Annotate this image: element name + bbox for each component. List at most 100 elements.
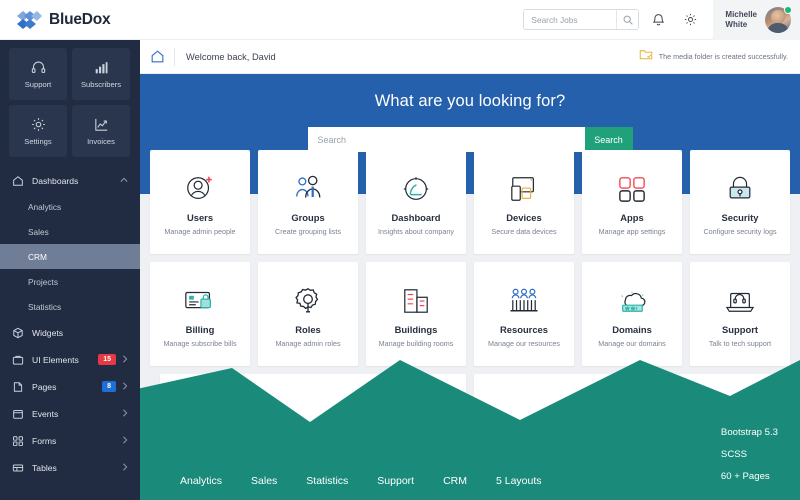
sidebar-item-label: Events bbox=[32, 409, 122, 419]
sidebar-item-label: UI Elements bbox=[32, 355, 98, 365]
card-billing[interactable]: Billing Manage subscribe bills bbox=[150, 262, 250, 366]
sidebar-item-label: Projects bbox=[28, 277, 58, 287]
laptop-headset-icon bbox=[724, 280, 756, 322]
box-icon bbox=[12, 354, 27, 366]
top-bar: BlueDox bbox=[0, 0, 800, 40]
card-title: Roles bbox=[295, 324, 321, 335]
folder-check-icon bbox=[639, 48, 653, 66]
card-users[interactable]: Users Manage admin people bbox=[150, 150, 250, 254]
card-subtitle: Create grouping lists bbox=[275, 227, 341, 236]
card-subtitle: Insights about company bbox=[378, 227, 454, 236]
sidebar-item-crm[interactable]: CRM bbox=[0, 244, 140, 269]
gear-icon bbox=[31, 117, 46, 132]
card-subtitle: Configure security logs bbox=[703, 227, 776, 236]
headset-icon bbox=[31, 60, 46, 75]
card-devices[interactable]: Devices Secure data devices bbox=[474, 150, 574, 254]
card-domains[interactable]: Domains Manage our domains bbox=[582, 262, 682, 366]
top-bar-right: Michelle White bbox=[523, 0, 800, 40]
sidebar-nav: Dashboards Analytics Sales CRM Projects … bbox=[0, 163, 140, 481]
brand[interactable]: BlueDox bbox=[0, 9, 140, 31]
card-row: Users Manage admin people Groups bbox=[150, 150, 790, 254]
hero-search[interactable]: Search bbox=[308, 127, 633, 152]
sidebar-item-label: Tables bbox=[32, 463, 122, 473]
card-apps[interactable]: Apps Manage app settings bbox=[582, 150, 682, 254]
sidebar-tile-invoices[interactable]: Invoices bbox=[72, 105, 130, 157]
sidebar-item-pages[interactable]: Pages 8 bbox=[0, 373, 140, 400]
panel-row: Account S bbox=[150, 374, 790, 454]
sidebar-tile-subscribers[interactable]: Subscribers bbox=[72, 48, 130, 100]
user-name-line1: Michelle bbox=[725, 10, 757, 20]
sidebar-item-events[interactable]: Events bbox=[0, 400, 140, 427]
card-buildings[interactable]: Buildings Manage building rooms bbox=[366, 262, 466, 366]
app-root: BlueDox bbox=[0, 0, 800, 500]
sidebar-badge: 8 bbox=[102, 381, 116, 392]
sidebar-item-label: Dashboards bbox=[32, 176, 120, 186]
avatar[interactable] bbox=[765, 7, 791, 33]
sidebar-item-statistics[interactable]: Statistics bbox=[0, 294, 140, 319]
bar-chart-icon bbox=[94, 60, 109, 75]
sidebar-tile-label: Subscribers bbox=[81, 80, 121, 89]
card-security[interactable]: Security Configure security logs bbox=[690, 150, 790, 254]
card-title: Apps bbox=[620, 212, 643, 223]
footer-meta-scss: SCSS bbox=[721, 449, 747, 460]
sidebar-tile-support[interactable]: Support bbox=[9, 48, 67, 100]
brand-name: BlueDox bbox=[49, 11, 110, 29]
sidebar-item-tables[interactable]: Tables bbox=[0, 454, 140, 481]
sidebar-item-forms[interactable]: Forms bbox=[0, 427, 140, 454]
card-title: Support bbox=[722, 324, 758, 335]
footer-link-sales[interactable]: Sales bbox=[251, 475, 277, 487]
card-subtitle: Manage admin people bbox=[164, 227, 235, 236]
hero-title: What are you looking for? bbox=[375, 92, 566, 111]
card-dashboard[interactable]: Dashboard Insights about company bbox=[366, 150, 466, 254]
sidebar-item-analytics[interactable]: Analytics bbox=[0, 194, 140, 219]
footer-links: Analytics Sales Statistics Support CRM 5… bbox=[140, 475, 660, 487]
card-title: Users bbox=[187, 212, 213, 223]
sidebar-item-dashboards[interactable]: Dashboards bbox=[0, 167, 140, 194]
card-groups[interactable]: Groups Create grouping lists bbox=[258, 150, 358, 254]
sidebar-tile-label: Invoices bbox=[87, 137, 115, 146]
people-group-icon bbox=[291, 168, 325, 210]
line-chart-icon bbox=[94, 117, 109, 132]
sidebar-item-label: Widgets bbox=[32, 328, 128, 338]
sidebar-item-projects[interactable]: Projects bbox=[0, 269, 140, 294]
people-chart-icon bbox=[508, 280, 540, 322]
table-icon bbox=[12, 462, 27, 474]
footer-link-support[interactable]: Support bbox=[377, 475, 414, 487]
card-title: Buildings bbox=[395, 324, 438, 335]
user-name: Michelle White bbox=[725, 10, 765, 30]
sidebar-tile-settings[interactable]: Settings bbox=[9, 105, 67, 157]
card-subtitle: Manage subscribe bills bbox=[163, 339, 236, 348]
card-row: Billing Manage subscribe bills Roles Man… bbox=[150, 262, 790, 366]
welcome-text: Welcome back, David bbox=[186, 52, 276, 62]
bell-icon[interactable] bbox=[645, 0, 671, 40]
sidebar-item-sales[interactable]: Sales bbox=[0, 219, 140, 244]
search-icon[interactable] bbox=[616, 10, 638, 29]
gear-wrench-icon bbox=[293, 280, 323, 322]
card-title: Billing bbox=[186, 324, 215, 335]
hero-search-button[interactable]: Search bbox=[585, 127, 633, 152]
card-resources[interactable]: Resources Manage our resources bbox=[474, 262, 574, 366]
home-icon[interactable] bbox=[150, 49, 172, 64]
footer-meta: Bootstrap 5.3 SCSS 60 + Pages bbox=[721, 427, 778, 482]
apps-grid-icon bbox=[617, 168, 647, 210]
sidebar-tile-label: Settings bbox=[24, 137, 51, 146]
panel-account-settings[interactable]: Account S bbox=[160, 374, 466, 454]
search-jobs[interactable] bbox=[523, 9, 639, 30]
footer-meta-pages: 60 + Pages bbox=[721, 471, 770, 482]
hero-search-input[interactable] bbox=[308, 127, 585, 152]
sidebar-item-widgets[interactable]: Widgets bbox=[0, 319, 140, 346]
user-chip[interactable]: Michelle White bbox=[713, 0, 800, 40]
sidebar-item-ui-elements[interactable]: UI Elements 15 bbox=[0, 346, 140, 373]
card-title: Resources bbox=[500, 324, 548, 335]
footer-link-crm[interactable]: CRM bbox=[443, 475, 467, 487]
card-support[interactable]: Support Talk to tech support bbox=[690, 262, 790, 366]
footer-link-layouts[interactable]: 5 Layouts bbox=[496, 475, 542, 487]
footer-link-analytics[interactable]: Analytics bbox=[180, 475, 222, 487]
search-jobs-input[interactable] bbox=[524, 10, 616, 29]
footer-link-statistics[interactable]: Statistics bbox=[306, 475, 348, 487]
gear-icon[interactable] bbox=[677, 0, 703, 40]
www-cloud-icon bbox=[615, 280, 649, 322]
chevron-right-icon bbox=[122, 355, 128, 365]
card-roles[interactable]: Roles Manage admin roles bbox=[258, 262, 358, 366]
card-grid: Users Manage admin people Groups bbox=[140, 150, 800, 454]
